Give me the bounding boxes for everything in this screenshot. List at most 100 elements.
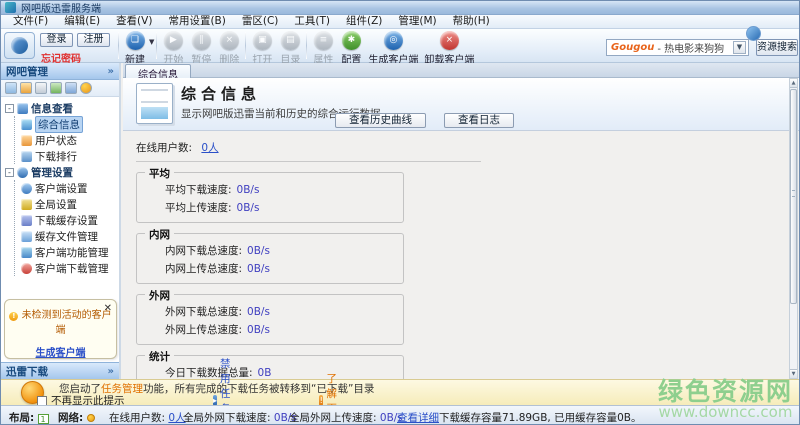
menu-edit[interactable]: 编辑(E): [56, 15, 108, 28]
no-client-notice: ✕ ! 未检测到活动的客户端 生成客户端 查看安装帮助: [4, 299, 117, 359]
layout-icon: 1: [38, 414, 49, 424]
tree-item-cache-files[interactable]: 缓存文件管理: [21, 228, 119, 244]
menu-tools[interactable]: 工具(T): [286, 15, 338, 28]
tree-item-client-settings[interactable]: 客户端设置: [21, 180, 119, 196]
management-tree: - 信息查看 综合信息 用户状态 下载排行: [1, 97, 119, 276]
panel-icon-2[interactable]: [20, 82, 32, 94]
new-task-icon: ❏: [126, 31, 145, 50]
cache-files-icon: [21, 231, 32, 242]
client-downloads-icon: [21, 263, 32, 274]
view-detail-link[interactable]: 查看详细: [397, 410, 439, 425]
page-title: 综合信息: [181, 83, 261, 104]
summary-info-icon: [21, 119, 32, 130]
info-view-icon: [17, 103, 28, 114]
online-users-label: 在线用户数:: [136, 142, 192, 154]
start-button[interactable]: ▶ 开始: [159, 29, 187, 62]
tree-item-client-functions[interactable]: 客户端功能管理: [21, 244, 119, 260]
tree-children: 综合信息 用户状态 下载排行: [14, 116, 119, 164]
expander-icon[interactable]: -: [5, 168, 14, 177]
tree-item-summary-info[interactable]: 综合信息: [21, 116, 119, 132]
register-button[interactable]: 注册: [77, 33, 110, 47]
tree-group-info[interactable]: - 信息查看: [5, 100, 119, 116]
generate-client-icon: ◎: [384, 31, 403, 50]
layout-status[interactable]: 布局: 1: [9, 410, 49, 425]
notice-text: 未检测到活动的客户端: [22, 310, 112, 336]
panel-icon-6[interactable]: [80, 82, 92, 94]
menu-bar: 文件(F) 编辑(E) 查看(V) 常用设置(B) 雷区(C) 工具(T) 组件…: [1, 15, 800, 29]
panel-icon-3[interactable]: [35, 82, 47, 94]
pause-button[interactable]: ∥ 暂停: [187, 29, 215, 62]
uninstall-client-icon: ×: [440, 31, 459, 50]
global-settings-icon: [21, 199, 32, 210]
search-zone: Gougou - 热电影来狗狗 ▼ 资源搜索: [601, 29, 800, 63]
config-button[interactable]: ✱ 配置: [337, 29, 365, 62]
sidebar-iconbar: [1, 80, 119, 97]
menu-file[interactable]: 文件(F): [5, 15, 56, 28]
collapse-chevron-icon[interactable]: »: [108, 66, 114, 77]
new-task-dropdown-icon[interactable]: ▼: [149, 38, 154, 46]
properties-icon: ≡: [314, 31, 333, 50]
search-combobox[interactable]: Gougou - 热电影来狗狗 ▼: [606, 39, 749, 56]
tree-item-global-settings[interactable]: 全局设置: [21, 196, 119, 212]
stats-content: 在线用户数: 0人 平均 平均下载速度:0B/s 平均上传速度:0B/s 内网 …: [123, 131, 793, 379]
view-log-button[interactable]: 查看日志: [444, 113, 514, 128]
expand-chevron-icon[interactable]: »: [108, 366, 114, 377]
tree-item-user-status[interactable]: 用户状态: [21, 132, 119, 148]
scrollbar-thumb[interactable]: [790, 89, 797, 304]
delete-button[interactable]: × 删除: [215, 29, 243, 62]
properties-button[interactable]: ≡ 属性: [309, 29, 337, 62]
view-history-curve-button[interactable]: 查看历史曲线: [335, 113, 426, 128]
online-users-link[interactable]: 0人: [201, 142, 218, 154]
generate-client-button[interactable]: ◎ 生成客户端: [365, 29, 421, 62]
tree-group-settings[interactable]: - 管理设置: [5, 164, 119, 180]
app-icon: [5, 2, 16, 13]
menu-leiqu[interactable]: 雷区(C): [234, 15, 287, 28]
download-rank-icon: [21, 151, 32, 162]
network-status[interactable]: 网络:: [58, 410, 95, 425]
client-settings-icon: [21, 183, 32, 194]
vertical-scrollbar[interactable]: ▲ ▼: [789, 78, 798, 379]
tree-item-download-rank[interactable]: 下载排行: [21, 148, 119, 164]
manage-settings-icon: [17, 167, 28, 178]
directory-icon: ▤: [281, 31, 300, 50]
tree-item-cache-settings[interactable]: 下载缓存设置: [21, 212, 119, 228]
thunder-download-bar[interactable]: 迅雷下载 »: [1, 362, 119, 379]
menu-help[interactable]: 帮助(H): [445, 15, 498, 28]
menu-view[interactable]: 查看(V): [108, 15, 160, 28]
menu-components[interactable]: 组件(Z): [338, 15, 390, 28]
menu-common-settings[interactable]: 常用设置(B): [160, 15, 233, 28]
status-ext-upload: 全局外网上传速度: 0B/s: [289, 410, 403, 425]
network-status-icon: [87, 414, 95, 422]
login-button[interactable]: 登录: [40, 33, 73, 47]
panel-icon-4[interactable]: [50, 82, 62, 94]
toolbar-separator: [306, 32, 307, 59]
search-dropdown-icon[interactable]: ▼: [733, 41, 746, 54]
panel-icon-5[interactable]: [65, 82, 77, 94]
expander-icon[interactable]: -: [5, 104, 14, 113]
panel-header: 综合信息 显示网吧版迅雷当前和历史的综合运行数据。 查看历史曲线 查看日志: [123, 78, 800, 131]
open-icon: ▣: [253, 31, 272, 50]
status-online-users: 在线用户数: 0人: [109, 410, 186, 425]
new-task-button[interactable]: ❏ 新建: [121, 29, 149, 66]
delete-icon: ×: [220, 31, 239, 50]
dont-show-checkbox[interactable]: [37, 396, 47, 406]
resource-search-button[interactable]: 资源搜索: [756, 39, 798, 56]
scroll-up-icon[interactable]: ▲: [790, 79, 797, 88]
task-manage-notification: 您启动了任务管理功能，所有完成的下载任务被转移到“已下载”目录 不再显示此提示 …: [1, 379, 800, 405]
title-bar: 网吧版迅雷服务端: [1, 1, 800, 15]
cache-capacity-text: 下载缓存容量71.89GB, 已用缓存容量0B。: [439, 410, 641, 425]
sidebar-header[interactable]: 网吧管理 »: [1, 63, 119, 80]
xunlei-logo-button[interactable]: [4, 32, 35, 59]
panel-icon-1[interactable]: [5, 82, 17, 94]
cache-settings-icon: [21, 215, 32, 226]
gougou-logo: Gougou: [611, 42, 654, 53]
close-icon[interactable]: ✕: [104, 303, 112, 314]
menu-manage[interactable]: 管理(M): [390, 15, 444, 28]
directory-button[interactable]: ▤ 目录: [276, 29, 304, 62]
scroll-down-icon[interactable]: ▼: [790, 369, 797, 378]
generate-client-link[interactable]: 生成客户端: [5, 344, 116, 359]
stats-group-extranet: 外网 外网下载总速度:0B/s 外网上传总速度:0B/s: [136, 294, 404, 345]
uninstall-client-button[interactable]: × 卸载客户端: [421, 29, 477, 62]
open-button[interactable]: ▣ 打开: [248, 29, 276, 62]
tree-item-client-downloads[interactable]: 客户端下载管理: [21, 260, 119, 276]
